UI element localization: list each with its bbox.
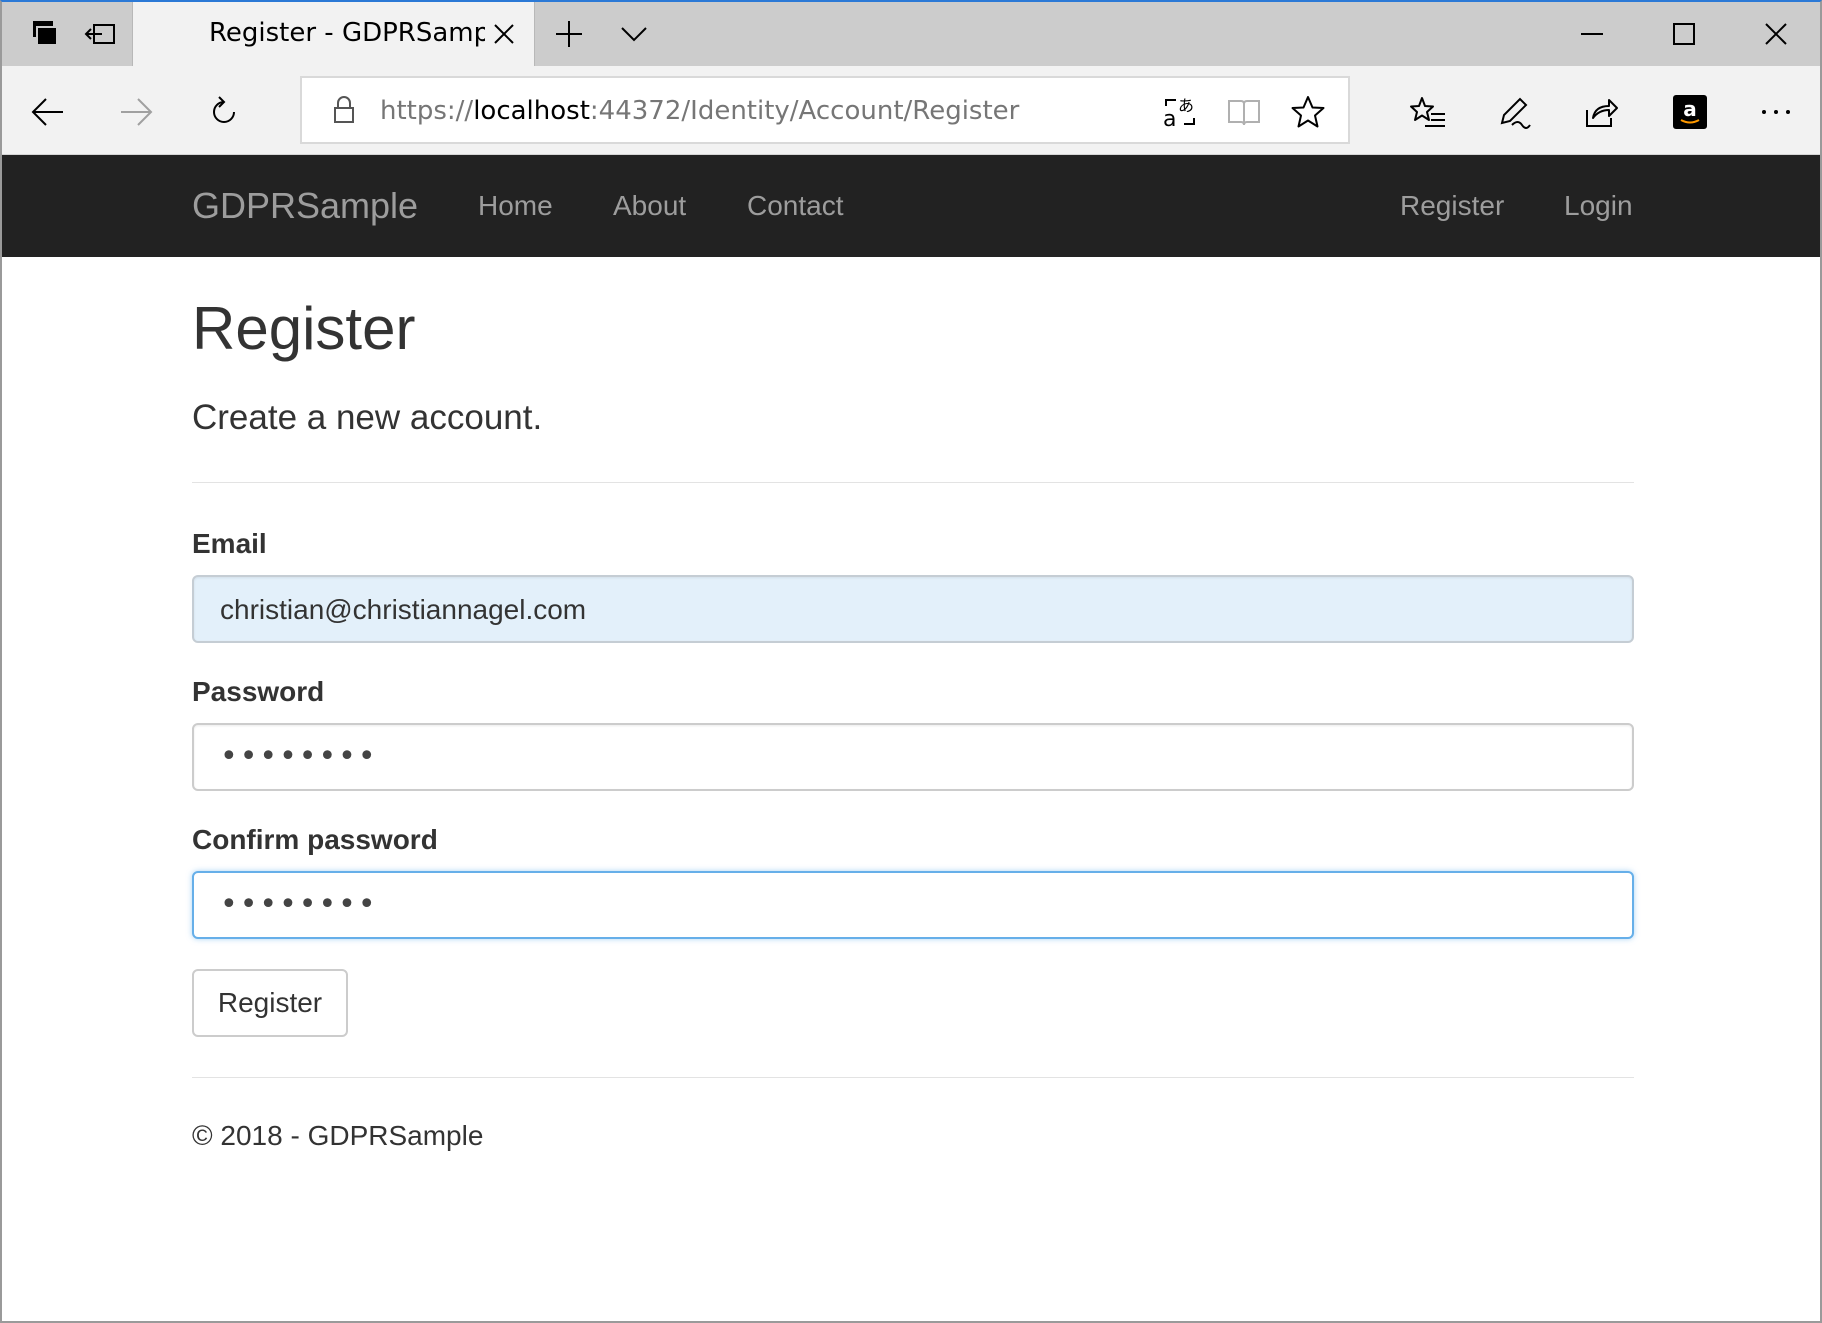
close-icon[interactable] xyxy=(488,18,520,50)
url-scheme: https:// xyxy=(380,96,474,126)
brand-link[interactable]: GDPRSample xyxy=(192,185,418,227)
svg-text:a: a xyxy=(1683,97,1697,121)
amazon-extension-icon[interactable]: a xyxy=(1662,84,1718,140)
reading-view-icon[interactable] xyxy=(1222,90,1266,134)
confirm-password-field[interactable]: •••••••• xyxy=(192,871,1634,939)
chevron-down-icon[interactable] xyxy=(602,2,666,66)
translate-icon[interactable]: a あ xyxy=(1158,90,1202,134)
tab-strip: Register - GDPRSample xyxy=(2,2,1820,66)
register-button[interactable]: Register xyxy=(192,969,348,1037)
nav-link-login[interactable]: Login xyxy=(1564,189,1633,223)
close-window-icon[interactable] xyxy=(1730,2,1820,66)
site-navbar: GDPRSample Home About Contact Register L… xyxy=(2,155,1820,257)
svg-text:あ: あ xyxy=(1178,96,1194,115)
nav-link-contact[interactable]: Contact xyxy=(747,189,844,223)
confirm-password-mask: •••••••• xyxy=(220,887,378,922)
confirm-password-label: Confirm password xyxy=(192,824,438,855)
password-label: Password xyxy=(192,676,325,707)
url-path: :44372/Identity/Account/Register xyxy=(589,96,1020,126)
email-value: christian@christiannagel.com xyxy=(220,594,587,625)
url-host: localhost xyxy=(473,96,590,126)
new-tab-icon[interactable] xyxy=(537,2,601,66)
email-field[interactable]: christian@christiannagel.com xyxy=(192,575,1634,643)
page-title: Register xyxy=(192,295,416,362)
footer-divider xyxy=(192,1077,1634,1078)
nav-link-home[interactable]: Home xyxy=(478,189,553,223)
nav-link-about[interactable]: About xyxy=(613,189,686,223)
browser-window: Register - GDPRSample https://localhost:… xyxy=(0,0,1822,1323)
divider xyxy=(192,482,1634,483)
favorite-star-icon[interactable] xyxy=(1286,90,1330,134)
forward-icon[interactable] xyxy=(108,84,164,140)
page-subtitle: Create a new account. xyxy=(192,398,543,437)
favorites-hub-icon[interactable] xyxy=(1400,84,1456,140)
minimize-icon[interactable] xyxy=(1546,2,1638,66)
back-icon[interactable] xyxy=(20,84,76,140)
url-text[interactable]: https://localhost:44372/Identity/Account… xyxy=(380,94,1019,128)
password-mask: •••••••• xyxy=(220,739,378,774)
refresh-icon[interactable] xyxy=(196,84,252,140)
lock-icon[interactable] xyxy=(328,94,360,126)
more-icon[interactable] xyxy=(1748,84,1804,140)
email-label: Email xyxy=(192,528,267,559)
maximize-icon[interactable] xyxy=(1638,2,1730,66)
pen-icon[interactable] xyxy=(1487,84,1543,140)
share-icon[interactable] xyxy=(1574,84,1630,140)
address-bar[interactable]: https://localhost:44372/Identity/Account… xyxy=(300,76,1350,144)
nav-link-register[interactable]: Register xyxy=(1400,189,1504,223)
svg-text:a: a xyxy=(1163,107,1176,130)
tab-active[interactable]: Register - GDPRSample xyxy=(132,2,535,66)
tab-title: Register - GDPRSample xyxy=(209,18,485,48)
password-field[interactable]: •••••••• xyxy=(192,723,1634,791)
browser-toolbar: https://localhost:44372/Identity/Account… xyxy=(2,66,1820,155)
footer-copyright: © 2018 - GDPRSample xyxy=(192,1120,484,1151)
